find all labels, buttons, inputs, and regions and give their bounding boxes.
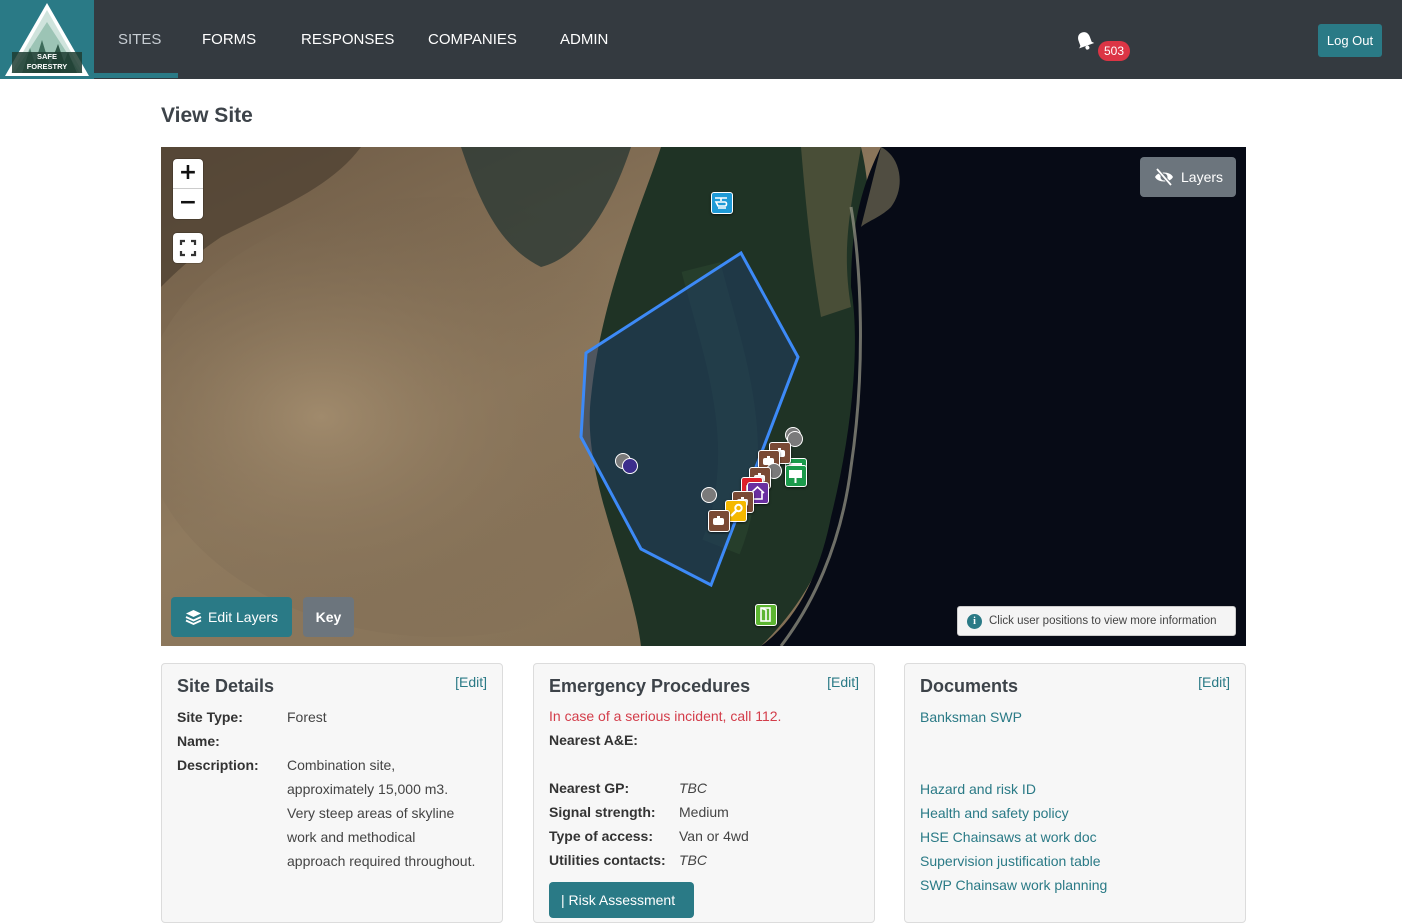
emergency-procedures-card: Emergency Procedures [Edit] In case of a… (533, 663, 875, 923)
access-type-label: Type of access: (549, 828, 654, 844)
user-position-marker-active[interactable] (622, 458, 638, 474)
notification-badge[interactable]: 503 (1098, 41, 1131, 61)
machine-icon (713, 516, 724, 525)
safe-forestry-logo[interactable]: SAFE FORESTRY (0, 0, 94, 79)
nav-companies[interactable]: COMPANIES (428, 0, 517, 79)
document-link[interactable]: Hazard and risk ID (920, 777, 1036, 801)
document-link[interactable]: SWP Chainsaw work planning (920, 873, 1107, 897)
emergency-procedures-title: Emergency Procedures (549, 676, 751, 696)
page-title: View Site (161, 104, 253, 127)
svg-text:FORESTRY: FORESTRY (27, 62, 68, 71)
document-link[interactable]: HSE Chainsaws at work doc (920, 825, 1097, 849)
zoom-out-button[interactable]: − (173, 189, 203, 219)
nearest-ae-label: Nearest A&E: (549, 732, 638, 748)
user-position-marker[interactable] (701, 487, 717, 503)
document-link[interactable]: Health and safety policy (920, 801, 1069, 825)
name-label: Name: (177, 733, 220, 749)
svg-text:SAFE: SAFE (37, 52, 57, 61)
layers-toggle-button[interactable]: Layers (1140, 157, 1236, 197)
utilities-contacts-value: TBC (679, 852, 707, 868)
nav-admin[interactable]: ADMIN (560, 0, 608, 79)
signal-strength-value: Medium (679, 804, 729, 820)
documents-card: Documents [Edit] Banksman SWP Hazard and… (904, 663, 1246, 923)
info-icon: i (967, 614, 982, 629)
site-map[interactable]: + − Layers Edit Layers Key i Click user … (161, 147, 1246, 646)
bell-icon[interactable] (1073, 29, 1097, 53)
nav-sites[interactable]: SITES (118, 0, 161, 79)
nav-forms[interactable]: FORMS (202, 0, 256, 79)
top-navbar: SAFE FORESTRY SITES FORMS RESPONSES COMP… (0, 0, 1402, 79)
info-hint-text: Click user positions to view more inform… (989, 615, 1217, 627)
documents-title: Documents (920, 676, 1019, 696)
utilities-contacts-label: Utilities contacts: (549, 852, 666, 868)
fullscreen-icon (179, 239, 197, 257)
nearest-gp-label: Nearest GP: (549, 780, 630, 796)
description-value: Combination site, approximately 15,000 m… (287, 757, 476, 869)
eye-slash-icon (1155, 168, 1173, 186)
zoom-in-button[interactable]: + (173, 159, 203, 189)
nav-responses[interactable]: RESPONSES (301, 0, 394, 79)
helicopter-icon (714, 197, 728, 209)
active-nav-indicator (94, 73, 178, 78)
info-hint: i Click user positions to view more info… (957, 606, 1236, 636)
documents-edit-link[interactable]: [Edit] (1198, 674, 1230, 690)
edit-layers-button[interactable]: Edit Layers (171, 597, 292, 637)
door-icon (760, 607, 771, 622)
exit-marker[interactable] (755, 604, 777, 626)
edit-layers-label: Edit Layers (208, 609, 279, 625)
emergency-alert-text: In case of a serious incident, call 112. (549, 708, 782, 724)
logout-button[interactable]: Log Out (1318, 24, 1382, 57)
emergency-edit-link[interactable]: [Edit] (827, 674, 859, 690)
layers-icon (185, 610, 202, 625)
helipad-marker[interactable] (711, 192, 733, 214)
satellite-imagery (161, 147, 1246, 646)
document-link[interactable]: Supervision justification table (920, 849, 1101, 873)
zoom-control: + − (173, 159, 203, 219)
risk-assessment-button[interactable]: | Risk Assessment (549, 882, 694, 918)
document-link[interactable]: Banksman SWP (920, 705, 1022, 729)
description-label: Description: (177, 757, 259, 773)
site-type-value: Forest (287, 709, 327, 725)
site-details-edit-link[interactable]: [Edit] (455, 674, 487, 690)
key-button[interactable]: Key (303, 597, 354, 637)
site-details-title: Site Details (177, 676, 275, 696)
site-type-label: Site Type: (177, 709, 243, 725)
signboard-marker[interactable] (785, 465, 807, 487)
layers-label: Layers (1181, 169, 1224, 185)
machine-marker[interactable] (708, 510, 730, 532)
nearest-gp-value: TBC (679, 780, 707, 796)
signboard-icon (789, 470, 802, 483)
access-type-value: Van or 4wd (679, 828, 749, 844)
fullscreen-button[interactable] (173, 233, 203, 263)
site-details-card: Site Details [Edit] Site Type: Forest Na… (161, 663, 503, 923)
signal-strength-label: Signal strength: (549, 804, 656, 820)
